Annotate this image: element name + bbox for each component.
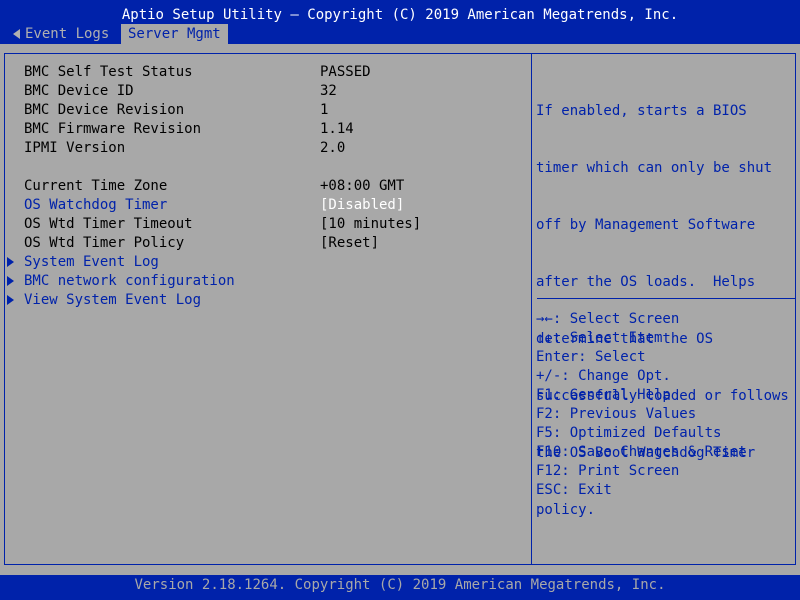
key-general-help: F1: General Help	[536, 387, 671, 403]
bmc-device-id-value: 32	[320, 83, 337, 99]
bmc-firmware-revision-label: BMC Firmware Revision	[24, 121, 202, 137]
left-arrow-icon	[13, 29, 20, 39]
ipmi-version-label: IPMI Version	[24, 140, 126, 156]
key-enter-select: Enter: Select	[536, 349, 646, 365]
submenu-view-system-event-log[interactable]: View System Event Log	[24, 291, 201, 310]
os-watchdog-timer-value[interactable]: [Disabled]	[320, 196, 404, 215]
tab-bar: Event Logs Server Mgmt	[0, 24, 800, 44]
submenu-system-event-log[interactable]: System Event Log	[24, 253, 159, 272]
help-line: timer which can only be shut	[536, 160, 773, 176]
bmc-device-revision-value: 1	[320, 102, 329, 118]
key-print-screen: F12: Print Screen	[536, 463, 680, 479]
bmc-device-revision-label: BMC Device Revision	[24, 102, 185, 118]
tab-server-mgmt[interactable]: Server Mgmt	[121, 24, 228, 44]
os-watchdog-timer-option[interactable]: OS Watchdog Timer	[24, 196, 167, 215]
current-time-zone-label: Current Time Zone	[24, 178, 168, 194]
help-line: policy.	[536, 502, 596, 518]
tab-event-logs[interactable]: Event Logs	[13, 24, 109, 44]
tab-event-logs-label: Event Logs	[25, 26, 110, 42]
os-wtd-timer-timeout-option[interactable]: OS Wtd Timer Timeout	[24, 215, 193, 234]
ipmi-version-value: 2.0	[320, 140, 346, 156]
tab-server-mgmt-label: Server Mgmt	[128, 26, 221, 42]
bios-setup-screen: Aptio Setup Utility – Copyright (C) 2019…	[0, 0, 800, 600]
bmc-firmware-revision-value: 1.14	[320, 121, 354, 137]
key-save-changes-reset: F10: Save Changes & Reset	[536, 444, 747, 460]
bmc-device-id-label: BMC Device ID	[24, 83, 134, 99]
submenu-arrow-icon	[7, 257, 14, 267]
os-wtd-timer-timeout-value[interactable]: [10 minutes]	[320, 215, 421, 234]
current-time-zone-value: +08:00 GMT	[320, 178, 405, 194]
version-footer: Version 2.18.1264. Copyright (C) 2019 Am…	[0, 575, 800, 600]
key-legend: →←: Select Screen ↑↓: Select Item Enter:…	[536, 310, 788, 500]
key-select-item: ↑↓: Select Item	[536, 330, 663, 346]
title-bar: Aptio Setup Utility – Copyright (C) 2019…	[0, 0, 800, 24]
help-line: If enabled, starts a BIOS	[536, 103, 747, 119]
submenu-arrow-icon	[7, 276, 14, 286]
key-previous-values: F2: Previous Values	[536, 406, 697, 422]
help-line: off by Management Software	[536, 217, 756, 233]
bmc-self-test-status-label: BMC Self Test Status	[24, 64, 193, 80]
help-line: after the OS loads. Helps	[536, 274, 756, 290]
key-optimized-defaults: F5: Optimized Defaults	[536, 425, 722, 441]
os-wtd-timer-policy-value[interactable]: [Reset]	[320, 234, 379, 253]
key-select-screen: →←: Select Screen	[536, 311, 680, 327]
main-panel: BMC Self Test Status PASSED BMC Device I…	[0, 44, 800, 575]
key-exit: ESC: Exit	[536, 482, 612, 498]
bmc-self-test-status-value: PASSED	[320, 64, 371, 80]
submenu-arrow-icon	[7, 295, 14, 305]
os-wtd-timer-policy-option[interactable]: OS Wtd Timer Policy	[24, 234, 184, 253]
key-change-opt: +/-: Change Opt.	[536, 368, 671, 384]
submenu-bmc-network-configuration[interactable]: BMC network configuration	[24, 272, 235, 291]
